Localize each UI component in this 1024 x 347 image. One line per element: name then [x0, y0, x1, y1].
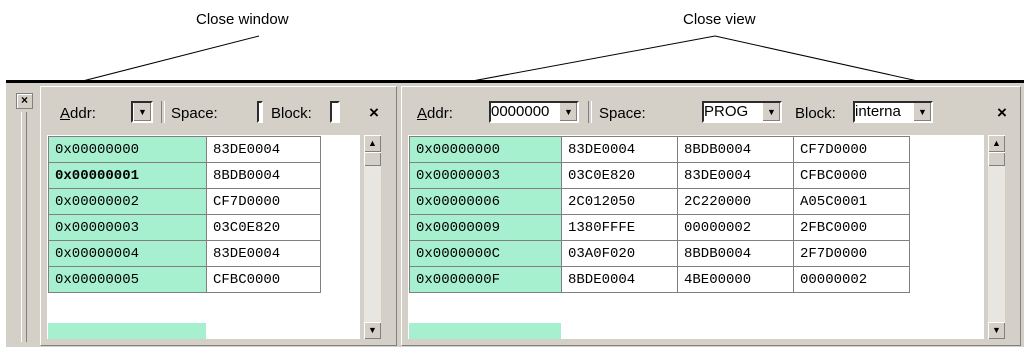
value-cell[interactable]: 83DE0004	[206, 240, 321, 267]
value-cell[interactable]: A05C0001	[793, 188, 910, 215]
space-label: Space:	[599, 105, 646, 122]
value-cell[interactable]: 00000002	[793, 266, 910, 293]
value-cell[interactable]: 4BE00000	[677, 266, 794, 293]
address-cell[interactable]: 0x00000003	[409, 162, 562, 189]
close-view-button-left[interactable]: ×	[369, 103, 379, 123]
table-row[interactable]: 0x00000001 8BDB0004	[48, 162, 321, 189]
arrow-down-icon[interactable]: ▼	[988, 322, 1005, 339]
addr-dropdown[interactable]: ▼	[131, 101, 153, 123]
value-cell[interactable]: 03C0E820	[561, 162, 678, 189]
value-cell[interactable]: 8BDB0004	[677, 240, 794, 267]
space-label: Space:	[171, 105, 218, 122]
address-cell[interactable]: 0x00000002	[48, 188, 207, 215]
value-cell[interactable]: 2F7D0000	[793, 240, 910, 267]
chevron-down-icon[interactable]: ▼	[133, 103, 151, 121]
table-row[interactable]: 0x0000000F 8BDE0004 4BE00000 00000002	[409, 266, 910, 293]
close-icon: ×	[20, 93, 28, 107]
block-dropdown[interactable]	[330, 101, 340, 123]
chevron-down-icon[interactable]: ▼	[559, 103, 577, 121]
value-cell[interactable]: 03C0E820	[206, 214, 321, 241]
value-cell[interactable]: 03A0F020	[561, 240, 678, 267]
scrollbar-thumb[interactable]	[364, 152, 381, 166]
table-row[interactable]: 0x00000003 03C0E820 83DE0004 CFBC0000	[409, 162, 910, 189]
left-grid-address-column-fill	[48, 323, 206, 339]
value-cell[interactable]: 00000002	[677, 214, 794, 241]
right-memory-grid: 0x00000000 83DE0004 8BDB0004 CF7D0000 0x0000…	[409, 136, 910, 293]
value-cell[interactable]: 8BDE0004	[561, 266, 678, 293]
value-cell[interactable]: 2C220000	[677, 188, 794, 215]
table-row[interactable]: 0x00000000 83DE0004 8BDB0004 CF7D0000	[409, 136, 910, 163]
table-row[interactable]: 0x00000000 83DE0004	[48, 136, 321, 163]
value-cell[interactable]: 83DE0004	[561, 136, 678, 163]
addr-label: Addr:	[60, 105, 96, 122]
value-cell[interactable]: 83DE0004	[206, 136, 321, 163]
value-cell[interactable]: 8BDB0004	[206, 162, 321, 189]
value-cell[interactable]: 1380FFFE	[561, 214, 678, 241]
value-cell[interactable]: CFBC0000	[206, 266, 321, 293]
right-vertical-scrollbar[interactable]: ▲ ▼	[988, 135, 1005, 339]
address-cell[interactable]: 0x00000000	[409, 136, 562, 163]
value-cell[interactable]: CF7D0000	[793, 136, 910, 163]
right-grid-address-column-fill	[409, 323, 561, 339]
arrow-up-icon[interactable]: ▲	[988, 135, 1005, 152]
table-row[interactable]: 0x00000006 2C012050 2C220000 A05C0001	[409, 188, 910, 215]
arrow-down-icon[interactable]: ▼	[364, 322, 381, 339]
block-label: Block:	[795, 105, 836, 122]
address-cell[interactable]: 0x00000005	[48, 266, 207, 293]
toolbar-separator	[588, 101, 592, 123]
window-grip[interactable]	[21, 112, 27, 342]
address-cell[interactable]: 0x00000009	[409, 214, 562, 241]
address-cell[interactable]: 0x0000000F	[409, 266, 562, 293]
block-dropdown[interactable]: interna ▼	[853, 101, 933, 123]
addr-dropdown[interactable]: 0000000 ▼	[489, 101, 579, 123]
arrow-up-icon[interactable]: ▲	[364, 135, 381, 152]
left-vertical-scrollbar[interactable]: ▲ ▼	[364, 135, 381, 339]
scrollbar-thumb[interactable]	[988, 152, 1005, 166]
address-cell[interactable]: 0x00000006	[409, 188, 562, 215]
chevron-down-icon[interactable]: ▼	[762, 103, 780, 121]
left-memory-grid: 0x00000000 83DE0004 0x00000001 8BDB0004 0x00…	[48, 136, 321, 293]
value-cell[interactable]: CF7D0000	[206, 188, 321, 215]
value-cell[interactable]: 8BDB0004	[677, 136, 794, 163]
close-window-button[interactable]: ×	[16, 93, 33, 109]
space-dropdown[interactable]	[257, 101, 263, 123]
value-cell[interactable]: 2C012050	[561, 188, 678, 215]
close-view-button-right[interactable]: ×	[997, 103, 1007, 123]
close-icon: ×	[997, 103, 1007, 122]
close-icon: ×	[369, 103, 379, 122]
address-cell[interactable]: 0x00000000	[48, 136, 207, 163]
block-label: Block:	[271, 105, 312, 122]
address-cell[interactable]: 0x00000001	[48, 162, 207, 189]
address-cell[interactable]: 0x00000004	[48, 240, 207, 267]
value-cell[interactable]: 2FBC0000	[793, 214, 910, 241]
table-row[interactable]: 0x00000009 1380FFFE 00000002 2FBC0000	[409, 214, 910, 241]
address-cell[interactable]: 0x0000000C	[409, 240, 562, 267]
table-row[interactable]: 0x00000002 CF7D0000	[48, 188, 321, 215]
space-dropdown[interactable]: PROG ▼	[702, 101, 782, 123]
value-cell[interactable]: CFBC0000	[793, 162, 910, 189]
address-cell[interactable]: 0x00000003	[48, 214, 207, 241]
table-row[interactable]: 0x00000005 CFBC0000	[48, 266, 321, 293]
value-cell[interactable]: 83DE0004	[677, 162, 794, 189]
toolbar-separator	[161, 101, 165, 123]
table-row[interactable]: 0x00000004 83DE0004	[48, 240, 321, 267]
table-row[interactable]: 0x00000003 03C0E820	[48, 214, 321, 241]
addr-label: Addr:	[417, 105, 453, 122]
chevron-down-icon[interactable]: ▼	[913, 103, 931, 121]
table-row[interactable]: 0x0000000C 03A0F020 8BDB0004 2F7D0000	[409, 240, 910, 267]
